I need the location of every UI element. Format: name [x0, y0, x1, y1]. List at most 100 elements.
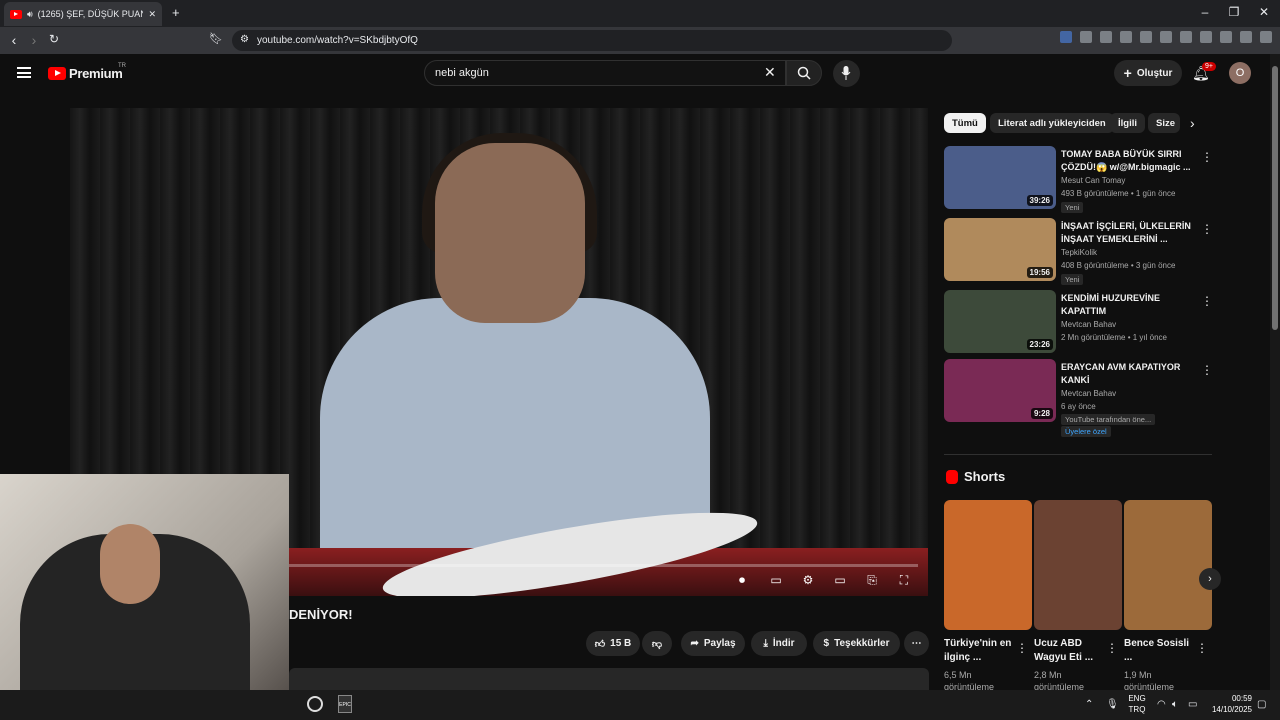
recommendation-item[interactable]: 39:26 TOMAY BABA BÜYÜK SIRRI ÇÖZDÜ!😱 w/@… — [944, 146, 1213, 213]
close-window-icon[interactable]: ✕ — [1254, 5, 1274, 19]
epic-games-icon[interactable]: EPIC — [338, 695, 352, 713]
new-tab-button[interactable]: + — [172, 5, 180, 20]
super-thanks-icon: $ — [823, 638, 830, 649]
video-title[interactable]: İNŞAAT İŞÇİLERİ, ÜLKELERİN İNŞAAT YEMEKL… — [1061, 220, 1196, 246]
browser-tab[interactable]: 🔊︎ (1265) ŞEF, DÜŞÜK PUANLI RE ✕ — [4, 2, 162, 26]
video-thumbnail[interactable]: 39:26 — [944, 146, 1056, 209]
theater-mode-icon[interactable]: ▭ — [830, 573, 850, 587]
video-thumbnail[interactable]: 23:26 — [944, 290, 1056, 353]
extension-icon[interactable] — [1080, 31, 1092, 43]
more-options-icon[interactable]: ⋮ — [1106, 641, 1118, 655]
menu-icon[interactable] — [1260, 31, 1272, 43]
more-options-icon[interactable]: ⋮ — [1201, 363, 1213, 377]
site-settings-icon[interactable]: ⚙︎ — [240, 34, 249, 45]
more-options-icon[interactable]: ⋮ — [1201, 150, 1213, 164]
members-only-badge: Üyelere özel — [1061, 426, 1111, 437]
video-title[interactable]: ERAYCAN AVM KAPATIYOR KANKİ — [1061, 361, 1196, 387]
input-language[interactable]: ENG TRQ — [1127, 693, 1147, 715]
recommendation-item[interactable]: 23:26 KENDİMİ HUZUREVİNE KAPATTIM Mevtca… — [944, 290, 1213, 354]
more-actions-button[interactable]: ⋯ — [904, 631, 929, 656]
short-thumbnail[interactable] — [1124, 500, 1212, 630]
microphone-tray-icon[interactable]: 🎙︎ — [1106, 699, 1119, 710]
channel-name[interactable]: Mevtcan Bahav — [1061, 389, 1116, 398]
system-clock[interactable]: 00:59 14/10/2025 — [1210, 693, 1252, 715]
clear-search-icon[interactable]: ✕ — [764, 64, 776, 81]
fullscreen-icon[interactable]: ⛶ — [894, 573, 914, 588]
chip-for-you[interactable]: Size — [1148, 113, 1180, 133]
address-bar[interactable]: ⚙︎ youtube.com/watch?v=SKbdjbtyOfQ — [232, 30, 952, 51]
description-box[interactable] — [289, 668, 929, 690]
duration-badge: 23:26 — [1026, 339, 1053, 350]
hamburger-menu-icon[interactable] — [17, 67, 31, 78]
voice-search-button[interactable] — [833, 60, 860, 87]
shorts-next-arrow-icon[interactable]: › — [1199, 568, 1221, 590]
battery-icon[interactable]: ▭ — [1188, 699, 1197, 710]
vpn-icon[interactable] — [1240, 31, 1252, 43]
avatar[interactable]: O — [1229, 62, 1251, 84]
extension-icon[interactable] — [1100, 31, 1112, 43]
youtube-premium-logo[interactable]: Premium — [48, 66, 123, 81]
new-badge: Yeni — [1061, 202, 1084, 213]
recommendation-item[interactable]: 9:28 ERAYCAN AVM KAPATIYOR KANKİ Mevtcan… — [944, 359, 1213, 439]
translate-extension-icon[interactable] — [1060, 31, 1072, 43]
reload-icon[interactable]: ↻ — [45, 32, 63, 46]
dislike-button[interactable]: 👎︎ — [642, 631, 672, 656]
short-thumbnail[interactable] — [1034, 500, 1122, 630]
page-scrollbar[interactable] — [1270, 54, 1280, 690]
more-options-icon[interactable]: ⋮ — [1196, 641, 1208, 655]
minimize-icon[interactable]: – — [1195, 5, 1215, 19]
chip-from-uploader[interactable]: Literat adlı yükleyiciden — [990, 113, 1114, 133]
extension-icon[interactable] — [1140, 31, 1152, 43]
download-icon: ⤓ — [763, 638, 768, 649]
download-label: İndir — [772, 638, 795, 649]
share-label: Paylaş — [703, 638, 736, 649]
video-thumbnail[interactable]: 19:56 — [944, 218, 1056, 281]
search-button[interactable] — [786, 60, 822, 86]
short-thumbnail[interactable] — [944, 500, 1032, 630]
short-title[interactable]: Ucuz ABD Wagyu Eti ... — [1034, 637, 1104, 665]
create-button[interactable]: + Oluştur — [1114, 60, 1182, 86]
subtitles-icon[interactable]: ▭ — [766, 573, 786, 587]
scrollbar-thumb[interactable] — [1272, 66, 1278, 330]
speaker-icon[interactable]: 🔊︎ — [27, 9, 33, 20]
restore-icon[interactable]: ❐ — [1224, 5, 1244, 19]
thumbs-down-icon: 👎︎ — [651, 638, 663, 650]
taskbar-app-icon[interactable] — [307, 696, 323, 712]
wifi-icon[interactable]: ◠ — [1157, 699, 1166, 710]
bookmark-icon[interactable]: 🔖︎ — [207, 32, 225, 45]
like-button[interactable]: 👍︎ 15 B — [586, 631, 640, 656]
chip-all[interactable]: Tümü — [944, 113, 986, 133]
volume-icon[interactable]: 🔈︎ — [1172, 699, 1178, 710]
autoplay-toggle-icon[interactable]: ⏺︎ — [732, 573, 752, 588]
notification-center-icon[interactable]: ▢ — [1257, 699, 1266, 710]
video-title[interactable]: KENDİMİ HUZUREVİNE KAPATTIM — [1061, 292, 1196, 318]
search-input[interactable]: nebi akgün — [424, 60, 786, 86]
show-hidden-icons-icon[interactable]: ⌃ — [1085, 699, 1093, 710]
chip-related[interactable]: İlgili — [1110, 113, 1145, 133]
sidebar-icon[interactable] — [1180, 31, 1192, 43]
back-icon[interactable]: ‹ — [5, 32, 23, 48]
thanks-button[interactable]: $ Teşekkürler — [813, 631, 900, 656]
chevron-right-icon[interactable]: › — [1190, 115, 1195, 131]
more-options-icon[interactable]: ⋮ — [1201, 222, 1213, 236]
channel-name[interactable]: Mevtcan Bahav — [1061, 320, 1116, 329]
short-title[interactable]: Türkiye'nin en ilginç ... — [944, 637, 1014, 665]
settings-gear-icon[interactable]: ⚙︎ — [798, 573, 818, 587]
recommendation-item[interactable]: 19:56 İNŞAAT İŞÇİLERİ, ÜLKELERİN İNŞAAT … — [944, 218, 1213, 285]
wallet-icon[interactable] — [1200, 31, 1212, 43]
extensions-puzzle-icon[interactable] — [1120, 31, 1132, 43]
channel-name[interactable]: TepkiKolik — [1061, 248, 1097, 257]
ai-icon[interactable] — [1220, 31, 1232, 43]
download-button[interactable]: ⤓ İndir — [751, 631, 807, 656]
channel-name[interactable]: Mesut Can Tomay — [1061, 176, 1125, 185]
more-options-icon[interactable]: ⋮ — [1016, 641, 1028, 655]
forward-icon[interactable]: › — [25, 32, 43, 48]
video-thumbnail[interactable]: 9:28 — [944, 359, 1056, 422]
media-icon[interactable] — [1160, 31, 1172, 43]
video-title[interactable]: TOMAY BABA BÜYÜK SIRRI ÇÖZDÜ!😱 w/@Mr.big… — [1061, 148, 1196, 174]
short-title[interactable]: Bence Sosisli ... — [1124, 637, 1194, 665]
cast-icon[interactable]: ⎘ — [862, 573, 882, 588]
close-tab-icon[interactable]: ✕ — [148, 9, 156, 20]
more-options-icon[interactable]: ⋮ — [1201, 294, 1213, 308]
share-button[interactable]: ➦ Paylaş — [681, 631, 745, 656]
